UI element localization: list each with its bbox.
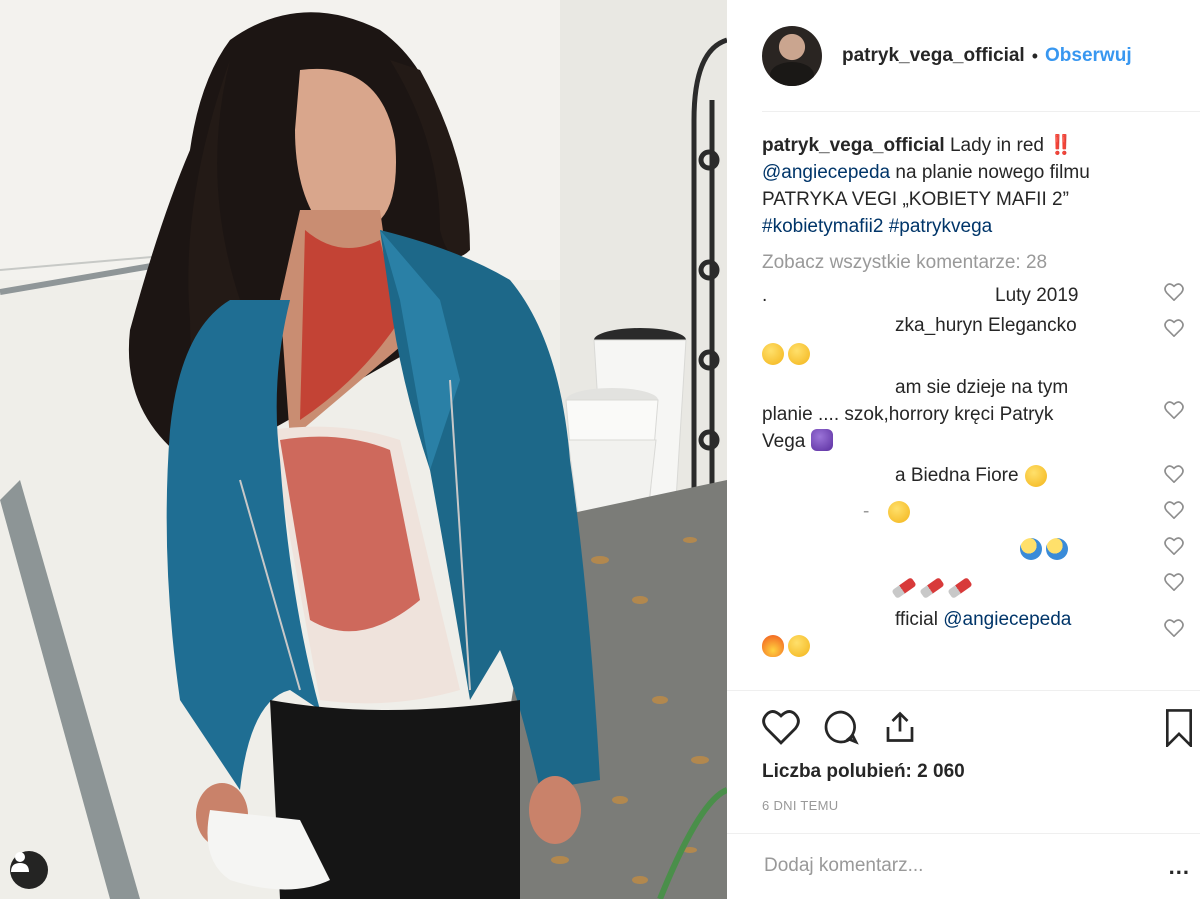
action-icons-group (762, 709, 918, 750)
post-side-panel: patryk_vega_official • Obserwuj patryk_v… (727, 0, 1200, 899)
post-header: patryk_vega_official • Obserwuj (727, 0, 1200, 112)
comment-like-button[interactable] (1164, 572, 1184, 599)
tagged-users-button[interactable] (10, 851, 48, 889)
comment-text-line-1: am sie dzieje na tym (895, 377, 1069, 398)
comment-text-line-2: planie .... szok,horrory kręci Patryk (762, 404, 1054, 425)
heart-outline-icon (1164, 283, 1184, 302)
heart-outline-icon (1164, 573, 1184, 592)
comment-emojis (762, 634, 814, 661)
header-username[interactable]: patryk_vega_official (842, 45, 1025, 67)
avatar[interactable] (762, 26, 822, 86)
comment-text: . (762, 285, 768, 306)
comment-row (762, 570, 1187, 606)
speech-bubble-icon (824, 710, 859, 745)
like-button[interactable] (762, 709, 800, 750)
syringe-emoji-icon (919, 577, 945, 599)
syringe-emoji-icon (891, 577, 917, 599)
post-photo[interactable] (0, 0, 727, 899)
user-silhouette-icon (11, 852, 29, 872)
comment-row: . Luty 2019 (762, 282, 1187, 312)
comment-button[interactable] (822, 709, 860, 750)
raised-hands-emoji-icon (788, 635, 810, 657)
scream-emoji-icon (1046, 538, 1068, 560)
view-all-comments-link[interactable]: Zobacz wszystkie komentarze: 28 (762, 252, 1200, 274)
post-actions: Liczba polubień: 2 060 6 DNI TEMU (727, 690, 1200, 813)
caption-text-1: Lady in red ‼️ (949, 135, 1073, 156)
scream-emoji-icon (1020, 538, 1042, 560)
wink-emoji-icon (762, 343, 784, 365)
comment-text: fficial (895, 609, 938, 630)
heart-outline-icon (1164, 465, 1184, 484)
comment-like-button[interactable] (1164, 536, 1184, 563)
comment-emojis (762, 342, 814, 369)
grin-emoji-icon (788, 343, 810, 365)
comment-row (762, 534, 1187, 570)
comment-text: - (863, 501, 870, 522)
post-timestamp[interactable]: 6 DNI TEMU (762, 798, 838, 813)
heart-outline-icon (1164, 619, 1184, 638)
more-options-button[interactable]: ... (1169, 854, 1190, 880)
save-button[interactable] (1164, 709, 1194, 752)
fire-emoji-icon (762, 635, 784, 657)
comment-like-button[interactable] (1164, 282, 1184, 309)
grin-emoji-icon (1025, 465, 1047, 487)
heart-outline-icon (1164, 319, 1184, 338)
comment-input[interactable] (762, 854, 1126, 878)
likes-count[interactable]: Liczba polubień: 2 060 (762, 761, 965, 783)
comment-like-button[interactable] (1164, 318, 1184, 345)
comment-text: zka_huryn Elegancko (895, 315, 1077, 336)
add-comment-bar: ... (727, 833, 1200, 900)
comment-row: zka_huryn Elegancko (762, 312, 1187, 370)
caption-hashtag-2[interactable]: #patrykvega (889, 216, 993, 237)
comment-row: - (762, 498, 1187, 534)
comment-text: a Biedna Fiore (895, 465, 1019, 486)
comment-like-button[interactable] (1164, 618, 1184, 645)
share-upload-icon (886, 711, 914, 742)
comment-row: a Biedna Fiore (762, 462, 1187, 498)
comment-mention[interactable]: @angiecepeda (943, 609, 1071, 630)
caption-username[interactable]: patryk_vega_official (762, 135, 945, 156)
smile-emoji-icon (888, 501, 910, 523)
heart-outline-icon (1164, 501, 1184, 520)
follow-button[interactable]: Obserwuj (1045, 45, 1132, 67)
caption-hashtag-1[interactable]: #kobietymafii2 (762, 216, 883, 237)
comment-text-line-3: Vega (762, 431, 806, 452)
comment-like-button[interactable] (1164, 400, 1184, 427)
comment-like-button[interactable] (1164, 500, 1184, 527)
heart-outline-icon (762, 710, 800, 745)
caption-mention[interactable]: @angiecepeda (762, 162, 890, 183)
comment-row: am sie dzieje na tym planie .... szok,ho… (762, 370, 1187, 462)
header-separator: • (1031, 45, 1039, 66)
photo-illustration (0, 0, 727, 899)
share-button[interactable] (882, 709, 918, 750)
alien-monster-emoji-icon (810, 429, 833, 451)
comments-list: patryk_vega_official Lady in red ‼️ @ang… (762, 132, 1200, 666)
heart-outline-icon (1164, 537, 1184, 556)
comment-row: fficial @angiecepeda (762, 606, 1187, 666)
comment-date: Luty 2019 (995, 285, 1079, 306)
syringe-emoji-icon (947, 577, 973, 599)
bookmark-icon (1165, 709, 1193, 749)
post-caption: patryk_vega_official Lady in red ‼️ @ang… (762, 132, 1122, 240)
heart-outline-icon (1164, 401, 1184, 420)
comment-like-button[interactable] (1164, 464, 1184, 491)
